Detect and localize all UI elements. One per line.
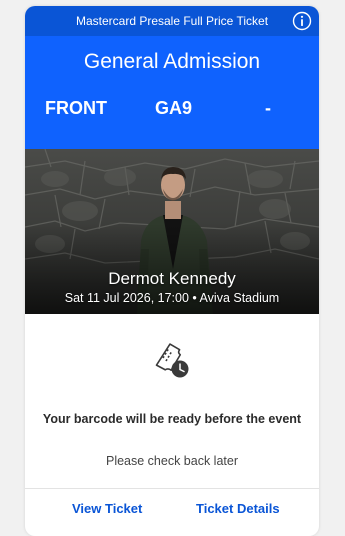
view-ticket-button[interactable]: View Ticket (72, 501, 142, 516)
section-value: FRONT (45, 98, 107, 118)
seat-value: - (265, 98, 271, 118)
event-name: Dermot Kennedy (108, 269, 236, 288)
barcode-message: Your barcode will be ready before the ev… (42, 412, 302, 426)
ticket-clock-icon (155, 343, 189, 378)
ticket-tier-label: Mastercard Presale Full Price Ticket (75, 14, 269, 28)
ticket-card: Mastercard Presale Full Price Ticket Gen… (25, 6, 319, 536)
event-date-venue: Sat 11 Jul 2026, 17:00 • Aviva Stadium (64, 291, 280, 305)
ticket-details-button[interactable]: Ticket Details (196, 501, 280, 516)
admission-type: General Admission (83, 50, 261, 73)
info-icon[interactable] (292, 11, 312, 31)
barcode-section: Your barcode will be ready before the ev… (25, 314, 319, 494)
ticket-actions: View Ticket Ticket Details (25, 489, 319, 529)
event-image: Dermot Kennedy Sat 11 Jul 2026, 17:00 • … (25, 149, 319, 314)
artist-photo (25, 149, 319, 314)
ticket-header: General Admission FRONT GA9 - (25, 36, 319, 149)
barcode-subtext: Please check back later (105, 454, 238, 468)
row-value: GA9 (155, 98, 193, 118)
ticket-tier-bar: Mastercard Presale Full Price Ticket (25, 6, 319, 36)
